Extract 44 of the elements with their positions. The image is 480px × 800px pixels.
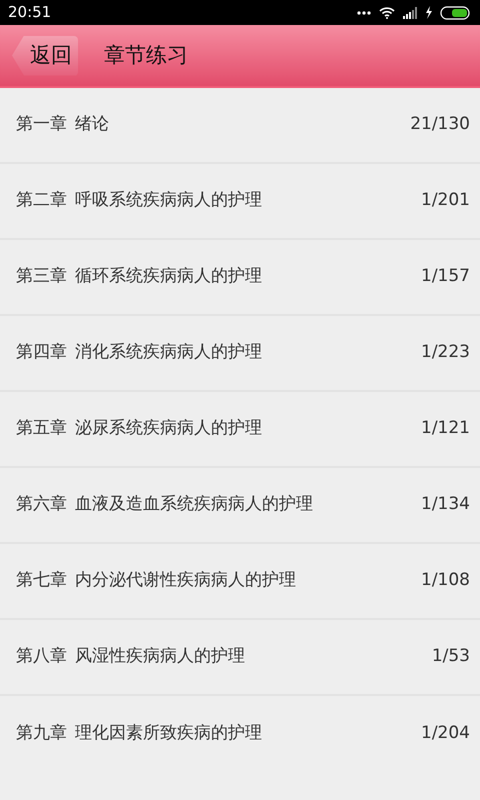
progress-count: 1/134 bbox=[421, 493, 470, 516]
chapter-title: 循环系统疾病病人的护理 bbox=[75, 265, 262, 288]
progress-count: 1/223 bbox=[421, 341, 470, 364]
charging-icon bbox=[425, 6, 432, 19]
chapter-row[interactable]: 第七章 内分泌代谢性疾病病人的护理 1/108 bbox=[0, 544, 480, 620]
chapter-number: 第二章 bbox=[16, 189, 67, 212]
chapter-number: 第八章 bbox=[16, 645, 67, 668]
chapter-row[interactable]: 第二章 呼吸系统疾病病人的护理 1/201 bbox=[0, 164, 480, 240]
chapter-number: 第六章 bbox=[16, 493, 67, 516]
chapter-title: 消化系统疾病病人的护理 bbox=[75, 341, 262, 364]
chapter-row[interactable]: 第三章 循环系统疾病病人的护理 1/157 bbox=[0, 240, 480, 316]
progress-count: 1/53 bbox=[432, 645, 470, 668]
chapter-row[interactable]: 第一章 绪论 21/130 bbox=[0, 88, 480, 164]
chapter-row[interactable]: 第八章 风湿性疾病病人的护理 1/53 bbox=[0, 620, 480, 696]
progress-count: 1/108 bbox=[421, 569, 470, 592]
chapter-number: 第一章 bbox=[16, 113, 67, 136]
chapter-number: 第三章 bbox=[16, 265, 67, 288]
chapter-title: 内分泌代谢性疾病病人的护理 bbox=[75, 569, 296, 592]
more-icon bbox=[357, 10, 371, 14]
chapter-title: 理化因素所致疾病的护理 bbox=[75, 722, 262, 746]
chapter-row[interactable]: 第四章 消化系统疾病病人的护理 1/223 bbox=[0, 316, 480, 392]
chapter-number: 第五章 bbox=[16, 417, 67, 440]
progress-count: 21/130 bbox=[410, 113, 470, 136]
chapter-number: 第七章 bbox=[16, 569, 67, 592]
chapter-row[interactable]: 第五章 泌尿系统疾病病人的护理 1/121 bbox=[0, 392, 480, 468]
chapter-title: 泌尿系统疾病病人的护理 bbox=[75, 417, 262, 440]
chapter-number: 第四章 bbox=[16, 341, 67, 364]
progress-count: 1/157 bbox=[421, 265, 470, 288]
chapter-title: 风湿性疾病病人的护理 bbox=[75, 645, 245, 668]
back-button[interactable]: 返回 bbox=[12, 36, 78, 76]
chapter-title: 呼吸系统疾病病人的护理 bbox=[75, 189, 262, 212]
chapter-title: 绪论 bbox=[75, 113, 109, 136]
chapter-number: 第九章 bbox=[16, 722, 67, 746]
battery-icon bbox=[440, 6, 472, 20]
chapter-row[interactable]: 第九章 理化因素所致疾病的护理 1/204 bbox=[0, 696, 480, 772]
progress-count: 1/121 bbox=[421, 417, 470, 440]
wifi-icon bbox=[379, 6, 395, 18]
chapter-row[interactable]: 第六章 血液及造血系统疾病病人的护理 1/134 bbox=[0, 468, 480, 544]
progress-count: 1/201 bbox=[421, 189, 470, 212]
page-title: 章节练习 bbox=[104, 42, 188, 69]
signal-icon bbox=[403, 6, 417, 18]
progress-count: 1/204 bbox=[421, 722, 470, 746]
status-time: 20:51 bbox=[8, 2, 52, 24]
chapter-title: 血液及造血系统疾病病人的护理 bbox=[75, 493, 313, 516]
